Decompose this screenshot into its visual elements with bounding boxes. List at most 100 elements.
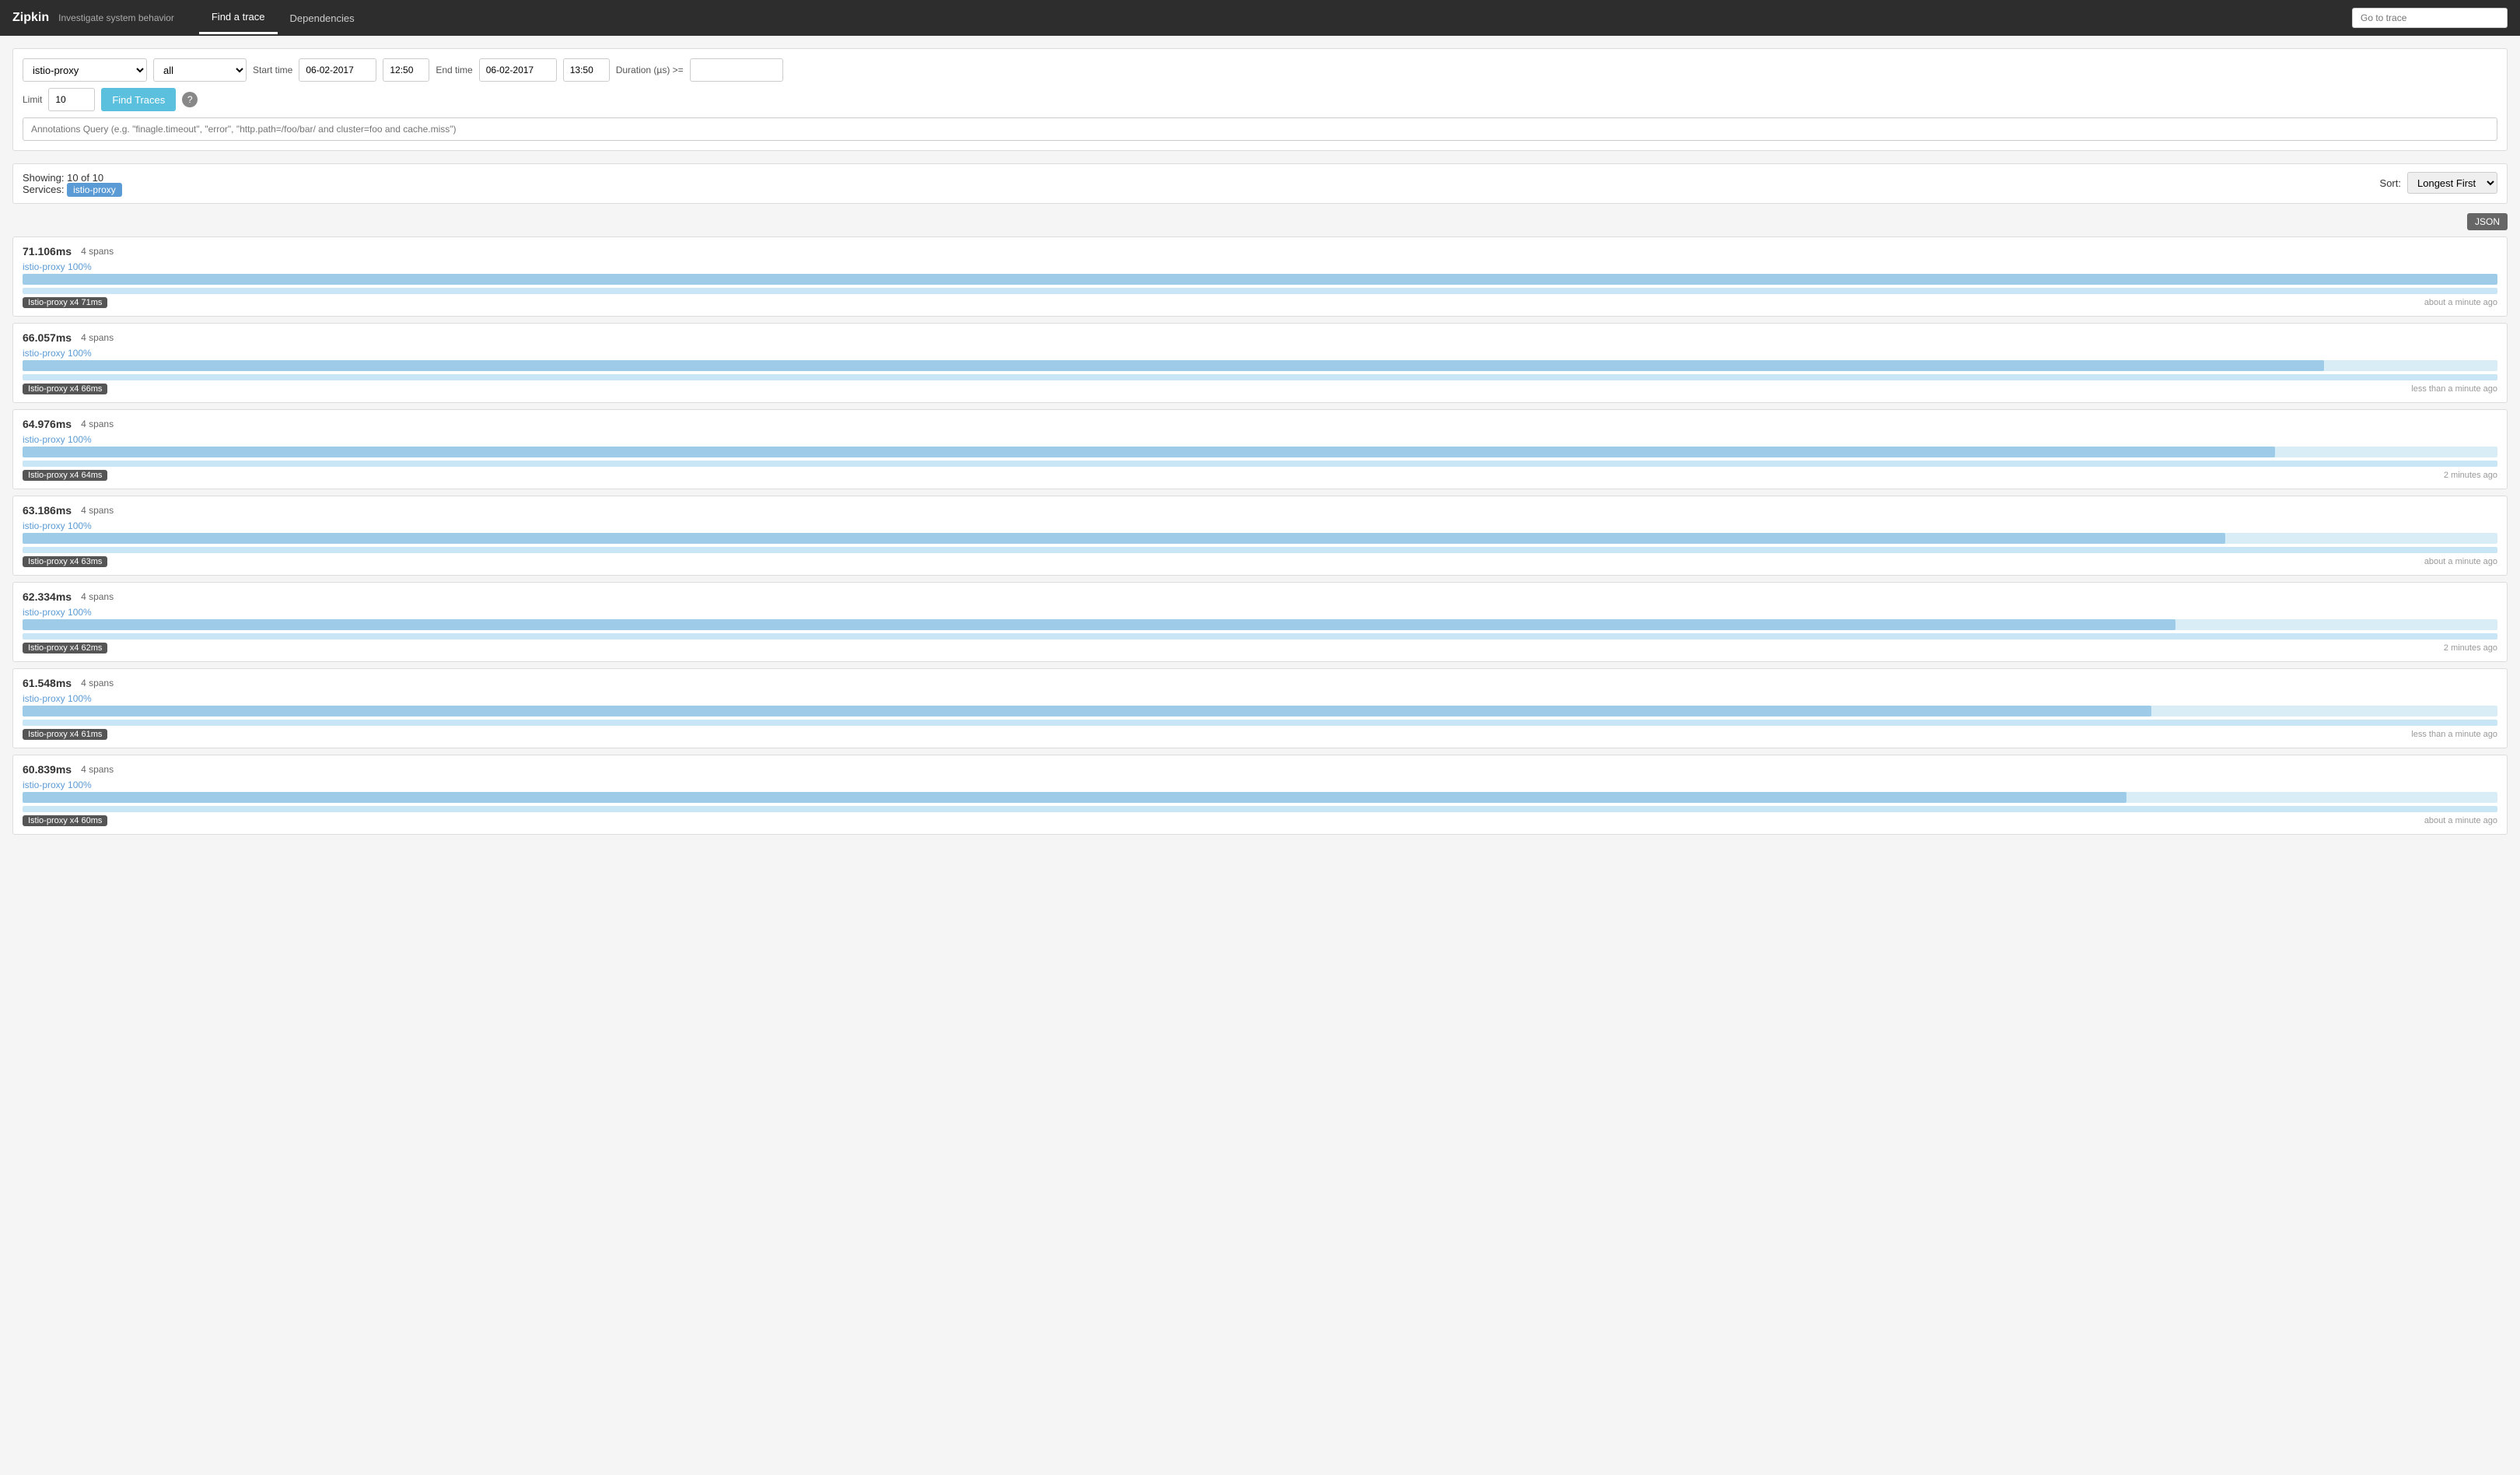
trace-top: 62.334ms 4 spans [23, 590, 2497, 603]
trace-service-label: istio-proxy 100% [23, 693, 92, 704]
trace-spans: 4 spans [81, 419, 114, 429]
trace-time: about a minute ago [2424, 816, 2497, 825]
trace-footer: Istio-proxy x4 71ms about a minute ago [23, 297, 2497, 308]
trace-bar [23, 360, 2324, 371]
sort-label: Sort: [2380, 177, 2401, 189]
annotations-input[interactable] [23, 117, 2497, 141]
trace-sub-bar [23, 806, 2497, 812]
trace-service-label: istio-proxy 100% [23, 261, 92, 272]
trace-tag: Istio-proxy x4 64ms [23, 470, 107, 481]
trace-service-row: istio-proxy 100% [23, 606, 2497, 618]
trace-bar [23, 533, 2225, 544]
trace-sub-bar [23, 720, 2497, 726]
end-time-label: End time [436, 65, 472, 75]
end-date-input[interactable] [479, 58, 557, 82]
trace-card[interactable]: 71.106ms 4 spans istio-proxy 100% Istio-… [12, 236, 2508, 317]
trace-service-label: istio-proxy 100% [23, 780, 92, 790]
trace-bar [23, 274, 2497, 285]
trace-service-row: istio-proxy 100% [23, 520, 2497, 531]
trace-duration: 61.548ms [23, 677, 72, 689]
json-button[interactable]: JSON [2467, 213, 2508, 230]
trace-sub-bar [23, 288, 2497, 294]
trace-service-row: istio-proxy 100% [23, 433, 2497, 445]
trace-spans: 4 spans [81, 246, 114, 257]
trace-card[interactable]: 60.839ms 4 spans istio-proxy 100% Istio-… [12, 755, 2508, 835]
trace-bar [23, 447, 2275, 457]
trace-footer: Istio-proxy x4 63ms about a minute ago [23, 556, 2497, 567]
trace-time: about a minute ago [2424, 557, 2497, 566]
trace-duration: 71.106ms [23, 245, 72, 258]
trace-card[interactable]: 62.334ms 4 spans istio-proxy 100% Istio-… [12, 582, 2508, 662]
start-hour-input[interactable] [383, 58, 429, 82]
trace-time: about a minute ago [2424, 298, 2497, 307]
trace-duration: 60.839ms [23, 763, 72, 776]
trace-bar [23, 619, 2175, 630]
results-info: Showing: 10 of 10 Services: istio-proxy [23, 172, 122, 195]
main-nav: Find a trace Dependencies [199, 2, 367, 34]
trace-footer: Istio-proxy x4 61ms less than a minute a… [23, 729, 2497, 740]
trace-spans: 4 spans [81, 678, 114, 688]
trace-spans: 4 spans [81, 505, 114, 516]
nav-find-trace[interactable]: Find a trace [199, 2, 278, 34]
end-hour-input[interactable] [563, 58, 610, 82]
trace-service-row: istio-proxy 100% [23, 779, 2497, 790]
trace-top: 71.106ms 4 spans [23, 245, 2497, 258]
trace-bar-container [23, 792, 2497, 803]
limit-label: Limit [23, 94, 42, 105]
help-icon[interactable]: ? [182, 92, 198, 107]
app-brand: Zipkin [12, 11, 49, 25]
trace-top: 63.186ms 4 spans [23, 504, 2497, 517]
trace-sub-bar [23, 547, 2497, 553]
trace-footer: Istio-proxy x4 60ms about a minute ago [23, 815, 2497, 826]
span-select[interactable]: all [153, 58, 247, 82]
trace-tag: Istio-proxy x4 62ms [23, 643, 107, 653]
trace-bar [23, 792, 2126, 803]
header-left: Zipkin Investigate system behavior Find … [12, 2, 367, 34]
trace-spans: 4 spans [81, 764, 114, 775]
trace-time: 2 minutes ago [2444, 471, 2497, 480]
sort-select[interactable]: Longest First Shortest First Newest Firs… [2407, 172, 2497, 194]
find-traces-button[interactable]: Find Traces [101, 88, 176, 111]
trace-top: 61.548ms 4 spans [23, 677, 2497, 689]
trace-card[interactable]: 61.548ms 4 spans istio-proxy 100% Istio-… [12, 668, 2508, 748]
trace-top: 60.839ms 4 spans [23, 763, 2497, 776]
trace-card[interactable]: 66.057ms 4 spans istio-proxy 100% Istio-… [12, 323, 2508, 403]
main-content: istio-proxy all Start time End time Dura… [0, 36, 2520, 847]
trace-duration: 62.334ms [23, 590, 72, 603]
trace-footer: Istio-proxy x4 62ms 2 minutes ago [23, 643, 2497, 653]
trace-top: 64.976ms 4 spans [23, 418, 2497, 430]
trace-tag: Istio-proxy x4 63ms [23, 556, 107, 567]
service-select[interactable]: istio-proxy [23, 58, 147, 82]
duration-input[interactable] [690, 58, 783, 82]
limit-input[interactable] [48, 88, 95, 111]
trace-sub-bar [23, 633, 2497, 639]
trace-spans: 4 spans [81, 591, 114, 602]
trace-bar-container [23, 706, 2497, 716]
trace-service-label: istio-proxy 100% [23, 434, 92, 445]
search-panel: istio-proxy all Start time End time Dura… [12, 48, 2508, 151]
trace-bar-container [23, 447, 2497, 457]
trace-tag: Istio-proxy x4 66ms [23, 384, 107, 394]
trace-card[interactable]: 64.976ms 4 spans istio-proxy 100% Istio-… [12, 409, 2508, 489]
sort-area: Sort: Longest First Shortest First Newes… [2380, 172, 2497, 194]
start-date-input[interactable] [299, 58, 376, 82]
go-to-trace-input[interactable] [2352, 8, 2508, 28]
trace-duration: 63.186ms [23, 504, 72, 517]
trace-footer: Istio-proxy x4 64ms 2 minutes ago [23, 470, 2497, 481]
trace-service-label: istio-proxy 100% [23, 348, 92, 359]
trace-service-label: istio-proxy 100% [23, 607, 92, 618]
nav-dependencies[interactable]: Dependencies [278, 3, 367, 33]
trace-time: less than a minute ago [2411, 384, 2497, 394]
trace-bar-container [23, 274, 2497, 285]
duration-label: Duration (µs) >= [616, 65, 684, 75]
trace-service-row: istio-proxy 100% [23, 692, 2497, 704]
trace-time: less than a minute ago [2411, 730, 2497, 739]
trace-card[interactable]: 63.186ms 4 spans istio-proxy 100% Istio-… [12, 496, 2508, 576]
trace-tag: Istio-proxy x4 61ms [23, 729, 107, 740]
trace-footer: Istio-proxy x4 66ms less than a minute a… [23, 384, 2497, 394]
trace-service-row: istio-proxy 100% [23, 347, 2497, 359]
app-header: Zipkin Investigate system behavior Find … [0, 0, 2520, 36]
results-summary-panel: Showing: 10 of 10 Services: istio-proxy … [12, 163, 2508, 204]
services-label: Services: [23, 184, 64, 195]
trace-bar-container [23, 619, 2497, 630]
